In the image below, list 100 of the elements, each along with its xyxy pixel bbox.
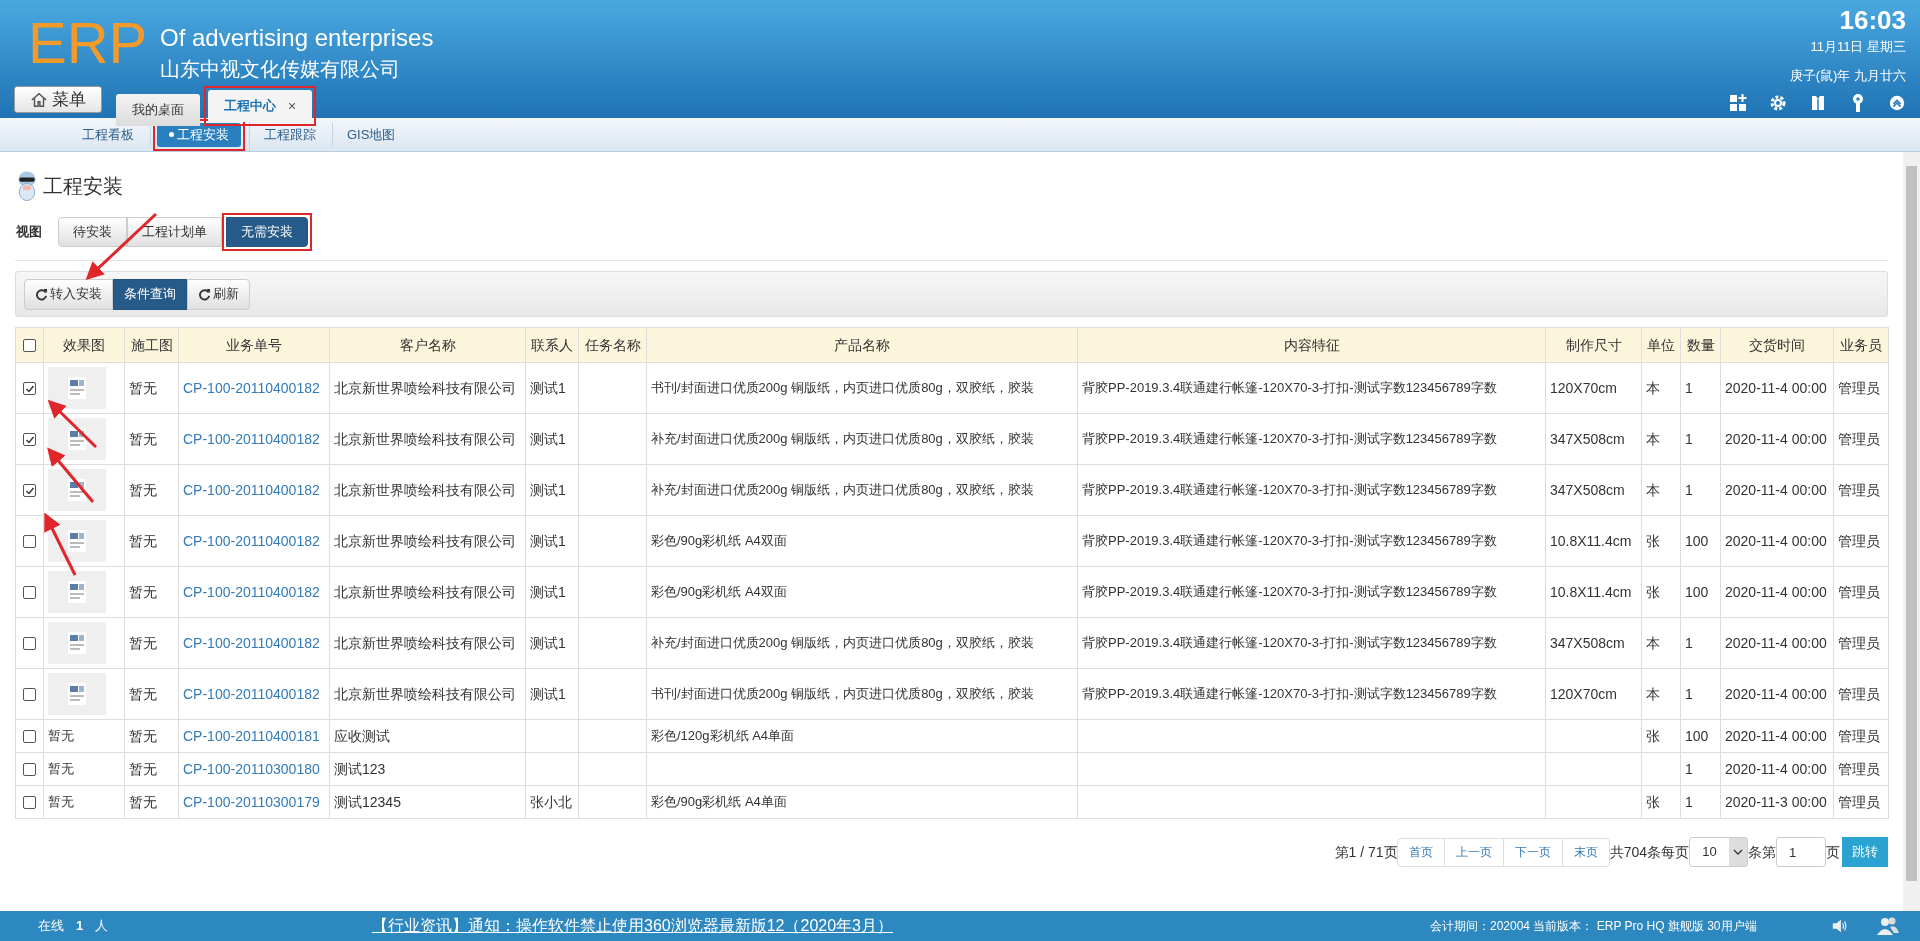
pager-button[interactable]: 上一页 [1443,837,1504,867]
cell-text: 张 [1646,727,1660,744]
annotation-arrow [47,399,98,449]
cell-text: 背胶PP-2019.3.4联通建行帐篷-120X70-3-打扣-测试字数123456789字数 [1082,380,1497,396]
cell-text: 彩色/90g彩机纸 A4单面 [651,794,787,810]
page-size-select[interactable]: 10 [1689,837,1748,867]
pager-button[interactable]: 首页 [1396,837,1445,867]
action-button[interactable]: 转入安装 [24,278,113,310]
cell-text: 测试1 [530,379,566,396]
checkbox[interactable] [23,433,36,447]
checkbox[interactable] [23,586,36,600]
menu-button[interactable]: 菜单 [14,86,102,113]
online-count: 1 [76,917,84,936]
pager-button[interactable]: 下一页 [1502,837,1563,867]
cell-text: 北京新世界喷绘科技有限公司 [334,583,516,600]
sub-navigation-tab[interactable]: 工程跟踪 [252,122,328,147]
column-header: 数量 [1680,327,1721,363]
cell-text: 暂无 [48,794,74,810]
cell-text: 10.8X11.4cm [1550,532,1632,549]
cell-text: 1 [1685,685,1693,702]
notice-link[interactable]: 【行业资讯】通知：操作软件禁止使用360浏览器最新版12（2020年3月） [372,914,893,938]
column-header: 施工图 [124,327,179,363]
collapse-icon[interactable] [1888,94,1906,112]
cell-text: 北京新世界喷绘科技有限公司 [334,685,516,702]
cell-text: 暂无 [129,760,157,777]
action-button[interactable]: 条件查询 [113,278,187,310]
cell-text: 北京新世界喷绘科技有限公司 [334,481,516,498]
pager-button[interactable]: 末页 [1561,837,1610,867]
cell-text: 测试123 [334,760,386,777]
cell-text: 测试1 [530,634,566,651]
cell-text: 暂无 [48,728,74,744]
tab[interactable]: 我的桌面 [116,94,200,126]
page-title: 工程安装 [43,174,123,199]
cell-text: 管理员 [1838,379,1880,396]
cell-text: 本 [1646,685,1660,702]
view-tab[interactable]: 待安装 [58,217,127,247]
cell-text: 暂无 [129,481,157,498]
tab[interactable]: 工程中心 × [208,90,313,122]
cell-text: 100 [1685,532,1709,549]
page-number-field[interactable]: 1 [1776,837,1826,867]
view-tab[interactable]: 工程计划单 [127,217,222,247]
lunar-date: 庚子(鼠)年 九月廿六 [1789,67,1906,85]
cell-text: 暂无 [48,761,74,777]
sub-navigation-tab[interactable]: GIS地图 [335,122,408,147]
cell-text: 测试1 [530,532,566,549]
column-header: 效果图 [43,327,125,363]
cell-text: 北京新世界喷绘科技有限公司 [334,634,516,651]
cell-text: 暂无 [129,793,157,810]
checkbox[interactable] [23,484,36,498]
cell-text: 2020-11-4 00:00 [1725,634,1827,651]
cell-text: 背胶PP-2019.3.4联通建行帐篷-120X70-3-打扣-测试字数123456789字数 [1082,533,1497,549]
app-subtitle: Of advertising enterprises [160,23,434,53]
cell-text: 北京新世界喷绘科技有限公司 [334,430,516,447]
add-widget-icon[interactable] [1728,93,1748,113]
cell-text: 暂无 [129,583,157,600]
checkbox[interactable] [23,730,36,744]
cell-text: 120X70cm [1550,685,1617,702]
refresh-icon [198,287,211,301]
cell-text: 补充/封面进口优质200g 铜版纸，内页进口优质80g，双胶纸，胶装 [651,431,1034,447]
action-button[interactable]: 刷新 [187,278,250,310]
cell-text: 管理员 [1838,685,1880,702]
cell-text: 2020-11-4 00:00 [1725,685,1827,702]
annotation-arrow [44,512,77,576]
cell-text: 张 [1646,583,1660,600]
cell-text: 背胶PP-2019.3.4联通建行帐篷-120X70-3-打扣-测试字数123456789字数 [1082,686,1497,702]
cell-text: 2020-11-4 00:00 [1725,760,1827,777]
checkbox[interactable] [23,382,36,396]
cell-text: 本 [1646,430,1660,447]
users-icon[interactable] [1876,916,1900,936]
cell-text: 1 [1685,760,1693,777]
column-header: 任务名称 [578,327,647,363]
home-icon [30,90,48,109]
column-header: 制作尺寸 [1545,327,1642,363]
column-header: 业务员 [1833,327,1889,363]
cell-text: 彩色/90g彩机纸 A4双面 [651,584,787,600]
cell-text: 北京新世界喷绘科技有限公司 [334,379,516,396]
clock-time: 16:03 [1839,4,1906,37]
cell-text: 管理员 [1838,583,1880,600]
app-logo: ERP [28,14,148,72]
checkbox[interactable] [23,688,36,702]
cell-text: 1 [1685,379,1693,396]
checkbox[interactable] [23,535,36,549]
cell-text: 2020-11-4 00:00 [1725,430,1827,447]
cell-text: 测试1 [530,583,566,600]
cell-text: 彩色/90g彩机纸 A4双面 [651,533,787,549]
jump-button[interactable]: 跳转 [1842,837,1888,867]
cell-text: 2020-11-4 00:00 [1725,727,1827,744]
cell-text: 1 [1685,430,1693,447]
close-icon[interactable]: × [288,95,297,117]
cell-text: 100 [1685,583,1709,600]
checkbox[interactable] [23,763,36,777]
settings-icon[interactable] [1768,93,1788,113]
checkbox[interactable] [23,637,36,651]
scrollbar[interactable] [1903,152,1920,911]
cell-text: 2020-11-4 00:00 [1725,481,1827,498]
cell-text: 补充/封面进口优质200g 铜版纸，内页进口优质80g，双胶纸，胶装 [651,482,1034,498]
checkbox[interactable] [23,796,36,810]
view-tab[interactable]: 无需安装 [226,217,308,247]
checkbox[interactable] [23,339,36,353]
version-info: 会计期间：202004 当前版本： ERP Pro HQ 旗舰版 30用户端 [1430,918,1757,935]
